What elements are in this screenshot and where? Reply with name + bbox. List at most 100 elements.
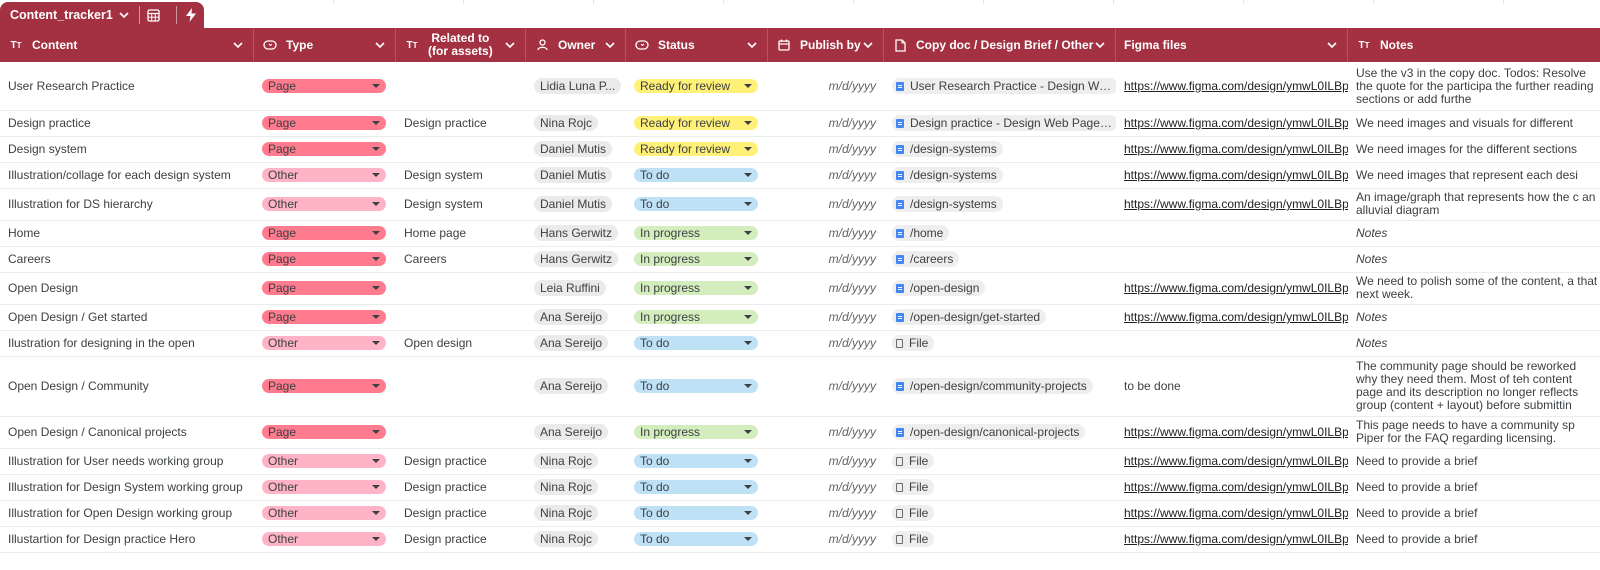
type-chip[interactable]: Page [262, 142, 386, 156]
type-chip[interactable]: Other [262, 506, 386, 520]
related-cell[interactable] [396, 304, 526, 330]
caret-down-icon[interactable] [744, 459, 752, 463]
figma-cell[interactable]: https://www.figma.com/design/ymwL0ILBp [1116, 474, 1348, 500]
chevron-down-icon[interactable] [747, 40, 757, 51]
status-chip[interactable]: In progress [634, 425, 758, 439]
owner-cell[interactable]: Nina Rojc [526, 448, 626, 474]
type-cell[interactable]: Other [254, 526, 396, 552]
publish-date-cell[interactable]: m/d/yyyy [768, 304, 884, 330]
doc-link-chip[interactable]: /design-systems [892, 196, 1003, 212]
publish-date-cell[interactable]: m/d/yyyy [768, 416, 884, 448]
content-cell[interactable]: User Research Practice [0, 62, 254, 110]
figma-cell[interactable]: https://www.figma.com/design/ymwL0ILBp [1116, 448, 1348, 474]
type-cell[interactable]: Page [254, 110, 396, 136]
caret-down-icon[interactable] [744, 537, 752, 541]
status-chip[interactable]: In progress [634, 252, 758, 266]
caret-down-icon[interactable] [372, 315, 380, 319]
notes-cell[interactable]: We need images and visuals for different [1348, 110, 1600, 136]
related-cell[interactable]: Design practice [396, 526, 526, 552]
caret-down-icon[interactable] [372, 173, 380, 177]
type-chip[interactable]: Other [262, 168, 386, 182]
caret-down-icon[interactable] [372, 459, 380, 463]
table-settings-icon[interactable] [140, 8, 167, 22]
status-chip[interactable]: Ready for review [634, 79, 758, 93]
type-chip[interactable]: Page [262, 379, 386, 393]
related-cell[interactable] [396, 136, 526, 162]
figma-cell[interactable] [1116, 220, 1348, 246]
figma-cell[interactable]: https://www.figma.com/design/ymwL0ILBp [1116, 526, 1348, 552]
owner-cell[interactable]: Lidia Luna P... [526, 62, 626, 110]
owner-cell[interactable]: Daniel Mutis [526, 162, 626, 188]
owner-cell[interactable]: Ana Sereijo [526, 416, 626, 448]
caret-down-icon[interactable] [744, 147, 752, 151]
doc-link-chip[interactable]: /open-design/community-projects [892, 378, 1093, 394]
publish-date-cell[interactable]: m/d/yyyy [768, 188, 884, 220]
chevron-down-icon[interactable] [863, 40, 873, 51]
caret-down-icon[interactable] [372, 121, 380, 125]
content-cell[interactable]: Open Design / Get started [0, 304, 254, 330]
status-cell[interactable]: In progress [626, 272, 768, 304]
status-cell[interactable]: In progress [626, 246, 768, 272]
type-chip[interactable]: Page [262, 116, 386, 130]
type-chip[interactable]: Other [262, 454, 386, 468]
file-chip[interactable]: File [892, 453, 935, 469]
column-header-publish-by[interactable]: Publish by [768, 28, 884, 62]
chevron-down-icon[interactable] [1095, 40, 1105, 51]
copy-doc-cell[interactable]: User Research Practice - Design We... [884, 62, 1116, 110]
related-cell[interactable] [396, 272, 526, 304]
type-chip[interactable]: Page [262, 281, 386, 295]
figma-cell[interactable] [1116, 246, 1348, 272]
caret-down-icon[interactable] [744, 511, 752, 515]
type-chip[interactable]: Other [262, 480, 386, 494]
notes-cell[interactable]: The community page should be reworked wh… [1348, 356, 1600, 416]
column-header-copy-doc[interactable]: Copy doc / Design Brief / Other [884, 28, 1116, 62]
type-cell[interactable]: Page [254, 272, 396, 304]
type-cell[interactable]: Page [254, 356, 396, 416]
owner-cell[interactable]: Ana Sereijo [526, 356, 626, 416]
publish-date-cell[interactable]: m/d/yyyy [768, 356, 884, 416]
chevron-down-icon[interactable] [505, 40, 515, 51]
caret-down-icon[interactable] [372, 257, 380, 261]
figma-link[interactable]: https://www.figma.com/design/ymwL0ILBp [1124, 532, 1348, 546]
related-cell[interactable]: Design practice [396, 500, 526, 526]
notes-cell[interactable]: Use the v3 in the copy doc. Todos: Resol… [1348, 62, 1600, 110]
column-header-related[interactable]: TT Related to (for assets) [396, 28, 526, 62]
caret-down-icon[interactable] [372, 231, 380, 235]
status-chip[interactable]: To do [634, 480, 758, 494]
caret-down-icon[interactable] [744, 173, 752, 177]
type-chip[interactable]: Other [262, 336, 386, 350]
caret-down-icon[interactable] [744, 315, 752, 319]
caret-down-icon[interactable] [744, 384, 752, 388]
doc-link-chip[interactable]: /design-systems [892, 141, 1003, 157]
figma-cell[interactable]: https://www.figma.com/design/ymwL0ILBp [1116, 188, 1348, 220]
doc-link-chip[interactable]: /design-systems [892, 167, 1003, 183]
sheet-tab-label[interactable]: Content_tracker1 [0, 8, 113, 22]
related-cell[interactable]: Open design [396, 330, 526, 356]
caret-down-icon[interactable] [744, 341, 752, 345]
doc-link-chip[interactable]: Design practice - Design Web Page ... [892, 115, 1116, 131]
status-chip[interactable]: To do [634, 379, 758, 393]
copy-doc-cell[interactable]: File [884, 330, 1116, 356]
figma-link[interactable]: https://www.figma.com/design/ymwL0ILBp [1124, 197, 1348, 211]
status-chip[interactable]: To do [634, 168, 758, 182]
notes-cell[interactable]: This page needs to have a community sp P… [1348, 416, 1600, 448]
figma-cell[interactable]: https://www.figma.com/design/ymwL0ILBp [1116, 162, 1348, 188]
notes-cell[interactable]: Need to provide a brief [1348, 448, 1600, 474]
type-chip[interactable]: Other [262, 197, 386, 211]
status-chip[interactable]: To do [634, 532, 758, 546]
figma-link[interactable]: https://www.figma.com/design/ymwL0ILBp [1124, 454, 1348, 468]
figma-cell[interactable]: https://www.figma.com/design/ymwL0ILBp [1116, 416, 1348, 448]
status-chip[interactable]: In progress [634, 226, 758, 240]
copy-doc-cell[interactable]: /design-systems [884, 162, 1116, 188]
notes-cell[interactable]: We need images that represent each desi [1348, 162, 1600, 188]
caret-down-icon[interactable] [372, 384, 380, 388]
related-cell[interactable] [396, 62, 526, 110]
chevron-down-icon[interactable] [233, 40, 243, 51]
caret-down-icon[interactable] [744, 231, 752, 235]
caret-down-icon[interactable] [372, 485, 380, 489]
status-cell[interactable]: Ready for review [626, 110, 768, 136]
publish-date-cell[interactable]: m/d/yyyy [768, 526, 884, 552]
status-cell[interactable]: To do [626, 448, 768, 474]
owner-cell[interactable]: Nina Rojc [526, 500, 626, 526]
status-cell[interactable]: To do [626, 356, 768, 416]
